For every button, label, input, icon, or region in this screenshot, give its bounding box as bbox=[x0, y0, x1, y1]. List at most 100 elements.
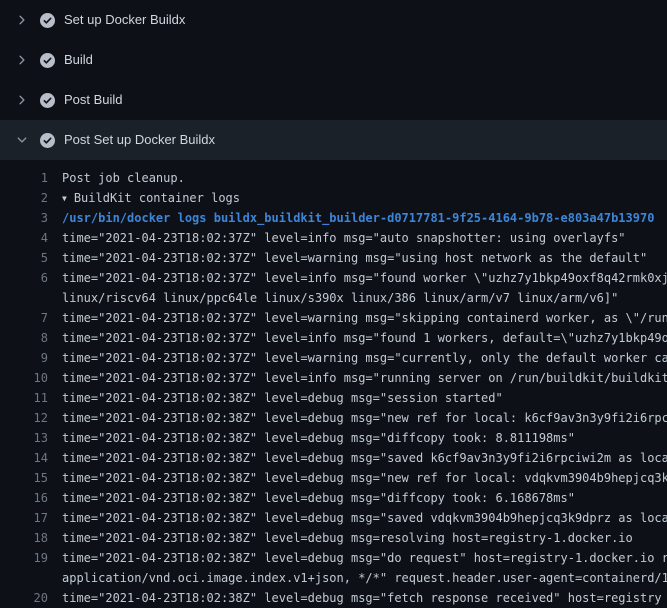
step-chevron-icon bbox=[14, 52, 30, 68]
line-body: time="2021-04-23T18:02:37Z" level=info m… bbox=[62, 331, 667, 345]
step-label: Post Set up Docker Buildx bbox=[64, 132, 215, 148]
line-number[interactable]: 1 bbox=[12, 168, 48, 188]
log-line: 15 ▼time="2021-04-23T18:02:38Z" level=de… bbox=[12, 468, 667, 488]
log-line: 19 ▼time="2021-04-23T18:02:38Z" level=de… bbox=[12, 548, 667, 568]
line-number[interactable]: 9 bbox=[12, 348, 48, 368]
line-text: ▼time="2021-04-23T18:02:38Z" level=debug… bbox=[62, 428, 667, 448]
log-line: 3 ▼/usr/bin/docker logs buildx_buildkit_… bbox=[12, 208, 667, 228]
step-chevron-icon bbox=[14, 12, 30, 28]
line-text: ▼time="2021-04-23T18:02:38Z" level=debug… bbox=[62, 408, 667, 428]
line-text: ▼time="2021-04-23T18:02:38Z" level=debug… bbox=[62, 468, 667, 488]
log-line: 5 ▼time="2021-04-23T18:02:37Z" level=war… bbox=[12, 248, 667, 268]
line-body: application/vnd.oci.image.index.v1+json,… bbox=[62, 571, 667, 585]
log-line: 7 ▼time="2021-04-23T18:02:37Z" level=war… bbox=[12, 308, 667, 328]
line-number[interactable]: 16 bbox=[12, 488, 48, 508]
line-number[interactable] bbox=[12, 568, 48, 588]
check-circle-icon bbox=[39, 52, 55, 68]
line-number[interactable]: 12 bbox=[12, 408, 48, 428]
line-body: time="2021-04-23T18:02:38Z" level=debug … bbox=[62, 551, 667, 565]
line-number[interactable]: 19 bbox=[12, 548, 48, 568]
log-line: 13 ▼time="2021-04-23T18:02:38Z" level=de… bbox=[12, 428, 667, 448]
line-body: time="2021-04-23T18:02:38Z" level=debug … bbox=[62, 431, 575, 445]
line-body: time="2021-04-23T18:02:37Z" level=warnin… bbox=[62, 351, 667, 365]
step-header[interactable]: Set up Docker Buildx bbox=[0, 0, 667, 40]
line-number[interactable]: 20 bbox=[12, 588, 48, 608]
line-body: Post job cleanup. bbox=[62, 171, 185, 185]
log-line: 1 ▼Post job cleanup. bbox=[12, 168, 667, 188]
log-line: 9 ▼time="2021-04-23T18:02:37Z" level=war… bbox=[12, 348, 667, 368]
line-number[interactable]: 4 bbox=[12, 228, 48, 248]
log-line: 17 ▼time="2021-04-23T18:02:38Z" level=de… bbox=[12, 508, 667, 528]
log-line: 4 ▼time="2021-04-23T18:02:37Z" level=inf… bbox=[12, 228, 667, 248]
check-circle-icon bbox=[39, 92, 55, 108]
log-line: 12 ▼time="2021-04-23T18:02:38Z" level=de… bbox=[12, 408, 667, 428]
line-number[interactable]: 5 bbox=[12, 248, 48, 268]
check-circle-icon bbox=[39, 12, 55, 28]
line-number[interactable]: 10 bbox=[12, 368, 48, 388]
line-body: time="2021-04-23T18:02:38Z" level=debug … bbox=[62, 591, 662, 605]
steps-list: Set up Docker Buildx Build P bbox=[0, 0, 667, 160]
line-body: time="2021-04-23T18:02:37Z" level=info m… bbox=[62, 371, 667, 385]
line-number[interactable]: 6 bbox=[12, 268, 48, 288]
line-number[interactable]: 8 bbox=[12, 328, 48, 348]
line-body: time="2021-04-23T18:02:38Z" level=debug … bbox=[62, 471, 667, 485]
log-line: 16 ▼time="2021-04-23T18:02:38Z" level=de… bbox=[12, 488, 667, 508]
line-number[interactable]: 17 bbox=[12, 508, 48, 528]
line-text: ▼time="2021-04-23T18:02:38Z" level=debug… bbox=[62, 588, 667, 608]
step-label: Set up Docker Buildx bbox=[64, 12, 185, 28]
line-body: /usr/bin/docker logs buildx_buildkit_bui… bbox=[62, 211, 654, 225]
step-chevron-icon bbox=[14, 132, 30, 148]
line-body: linux/riscv64 linux/ppc64le linux/s390x … bbox=[62, 291, 618, 305]
line-text: ▼application/vnd.oci.image.index.v1+json… bbox=[62, 568, 667, 588]
line-text: ▼time="2021-04-23T18:02:38Z" level=debug… bbox=[62, 528, 667, 548]
line-number[interactable]: 7 bbox=[12, 308, 48, 328]
line-body: time="2021-04-23T18:02:37Z" level=info m… bbox=[62, 271, 667, 285]
step-header[interactable]: Post Build bbox=[0, 80, 667, 120]
line-body: time="2021-04-23T18:02:38Z" level=debug … bbox=[62, 411, 667, 425]
log-line: 8 ▼time="2021-04-23T18:02:37Z" level=inf… bbox=[12, 328, 667, 348]
line-text: ▼time="2021-04-23T18:02:37Z" level=info … bbox=[62, 368, 667, 388]
step-label: Post Build bbox=[64, 92, 123, 108]
line-text: ▼time="2021-04-23T18:02:38Z" level=debug… bbox=[62, 448, 667, 468]
line-number[interactable]: 3 bbox=[12, 208, 48, 228]
line-text: ▼time="2021-04-23T18:02:37Z" level=info … bbox=[62, 268, 667, 288]
line-text: ▼ BuildKit container logs bbox=[62, 188, 667, 208]
line-text: ▼time="2021-04-23T18:02:37Z" level=info … bbox=[62, 328, 667, 348]
log-line: ▼application/vnd.oci.image.index.v1+json… bbox=[12, 568, 667, 588]
line-number[interactable]: 2 bbox=[12, 188, 48, 208]
line-text: ▼time="2021-04-23T18:02:37Z" level=warni… bbox=[62, 308, 667, 328]
line-text: ▼time="2021-04-23T18:02:37Z" level=warni… bbox=[62, 348, 667, 368]
line-body: time="2021-04-23T18:02:38Z" level=debug … bbox=[62, 391, 503, 405]
log-line: 18 ▼time="2021-04-23T18:02:38Z" level=de… bbox=[12, 528, 667, 548]
line-text: ▼time="2021-04-23T18:02:37Z" level=warni… bbox=[62, 248, 667, 268]
log-line: 11 ▼time="2021-04-23T18:02:38Z" level=de… bbox=[12, 388, 667, 408]
line-body: BuildKit container logs bbox=[74, 191, 240, 205]
line-number[interactable] bbox=[12, 288, 48, 308]
line-body: time="2021-04-23T18:02:38Z" level=debug … bbox=[62, 451, 667, 465]
line-body: time="2021-04-23T18:02:37Z" level=warnin… bbox=[62, 251, 647, 265]
line-body: time="2021-04-23T18:02:38Z" level=debug … bbox=[62, 491, 575, 505]
group-toggle-icon[interactable]: ▼ bbox=[62, 189, 67, 208]
line-number[interactable]: 11 bbox=[12, 388, 48, 408]
line-text: ▼time="2021-04-23T18:02:38Z" level=debug… bbox=[62, 388, 667, 408]
log-line: 2 ▼ BuildKit container logs bbox=[12, 188, 667, 208]
line-text: ▼/usr/bin/docker logs buildx_buildkit_bu… bbox=[62, 208, 667, 228]
log-line: 14 ▼time="2021-04-23T18:02:38Z" level=de… bbox=[12, 448, 667, 468]
log-lines: 1 ▼Post job cleanup. 2 ▼ BuildKit contain… bbox=[0, 160, 667, 608]
line-number[interactable]: 15 bbox=[12, 468, 48, 488]
line-number[interactable]: 13 bbox=[12, 428, 48, 448]
line-body: time="2021-04-23T18:02:38Z" level=debug … bbox=[62, 531, 633, 545]
step-header[interactable]: Build bbox=[0, 40, 667, 80]
line-text: ▼linux/riscv64 linux/ppc64le linux/s390x… bbox=[62, 288, 667, 308]
line-body: time="2021-04-23T18:02:38Z" level=debug … bbox=[62, 511, 667, 525]
log-line: ▼linux/riscv64 linux/ppc64le linux/s390x… bbox=[12, 288, 667, 308]
step-label: Build bbox=[64, 52, 93, 68]
step-header[interactable]: Post Set up Docker Buildx bbox=[0, 120, 667, 160]
line-number[interactable]: 18 bbox=[12, 528, 48, 548]
log-line: 20 ▼time="2021-04-23T18:02:38Z" level=de… bbox=[12, 588, 667, 608]
line-number[interactable]: 14 bbox=[12, 448, 48, 468]
step-chevron-icon bbox=[14, 92, 30, 108]
line-text: ▼time="2021-04-23T18:02:38Z" level=debug… bbox=[62, 508, 667, 528]
line-body: time="2021-04-23T18:02:37Z" level=warnin… bbox=[62, 311, 667, 325]
line-body: time="2021-04-23T18:02:37Z" level=info m… bbox=[62, 231, 626, 245]
